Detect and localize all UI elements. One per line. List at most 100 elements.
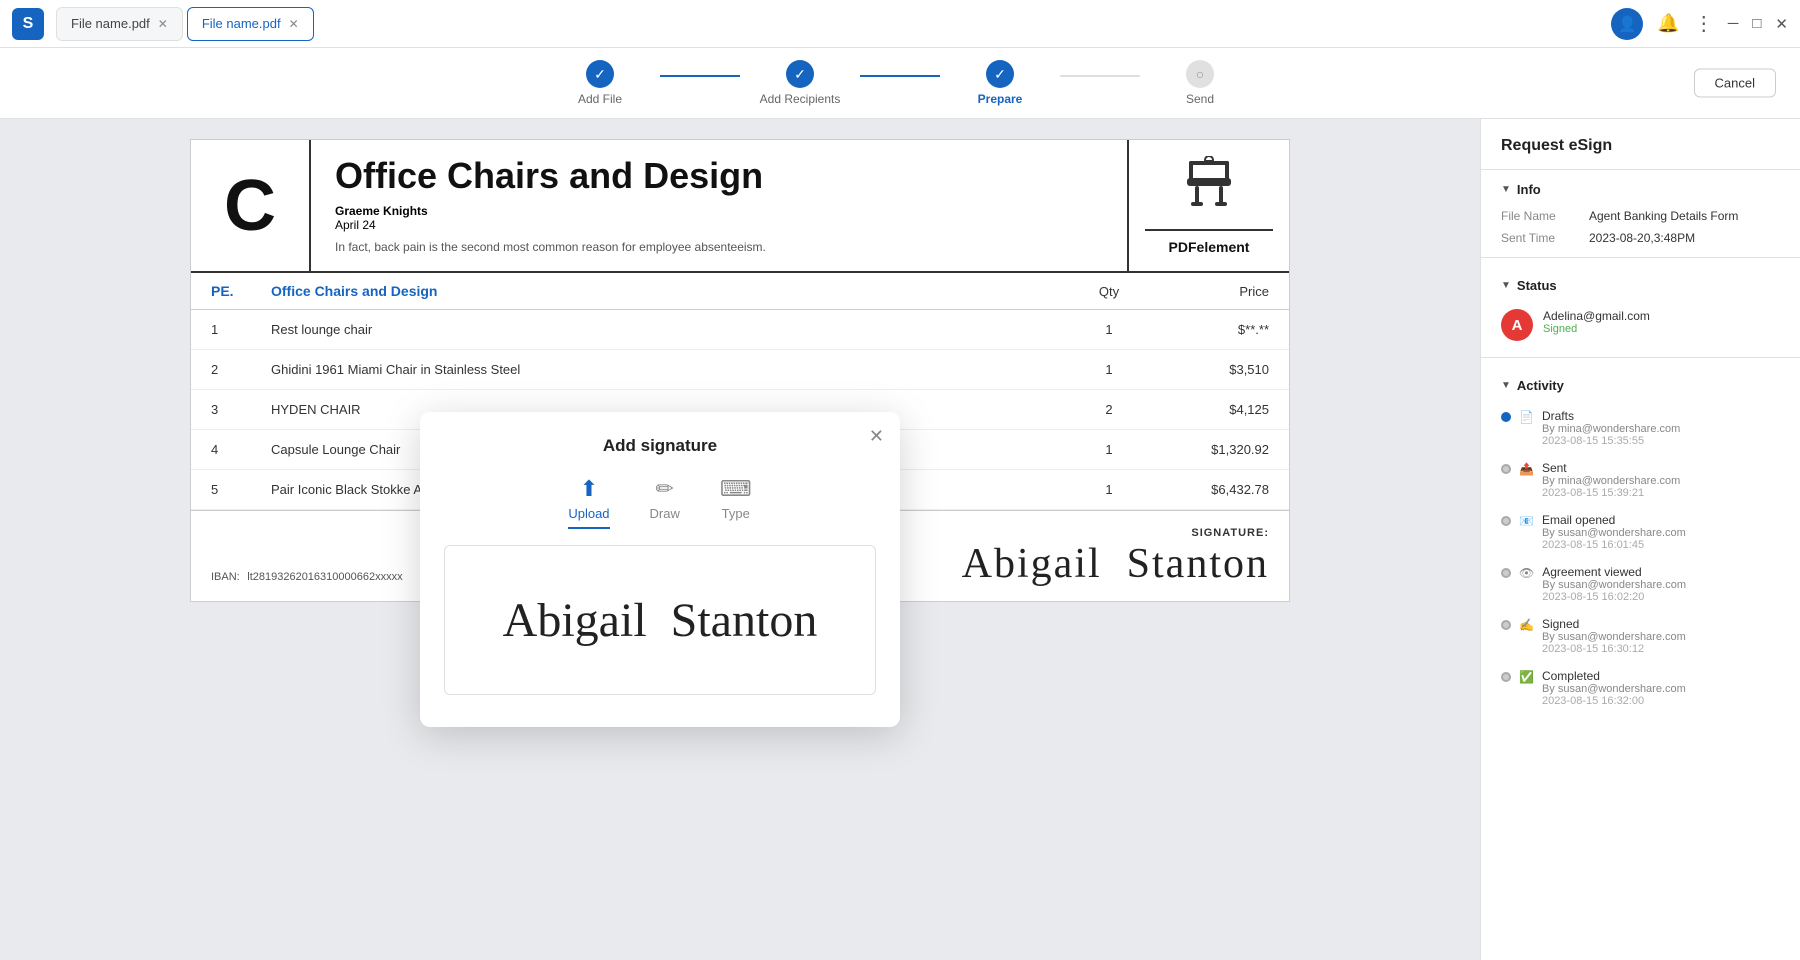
tab-1[interactable]: File name.pdf ✕ [56,7,183,41]
user-avatar[interactable]: 👤 [1611,8,1643,40]
table-col-price-header: Price [1149,284,1269,299]
activity-name-signed: Signed [1542,617,1780,631]
activity-item-drafts: 📄 Drafts By mina@wondershare.com 2023-08… [1501,409,1780,447]
pdfelement-label: PDFelement [1145,229,1273,255]
wf-step-prepare[interactable]: ✓ Prepare [940,60,1060,106]
activity-time-completed: 2023-08-15 16:32:00 [1542,695,1780,707]
doc-logo-letter: C [224,170,276,242]
modal-tab-upload-label: Upload [568,506,609,521]
maximize-button[interactable]: □ [1752,15,1761,32]
status-badge: Signed [1543,323,1650,335]
wf-line-3 [1060,75,1140,77]
modal-close-button[interactable]: ✕ [869,426,884,447]
cancel-button[interactable]: Cancel [1694,69,1776,98]
doc-author-date: April 24 [335,218,376,232]
tab-1-close[interactable]: ✕ [158,18,168,30]
activity-time-email-opened: 2023-08-15 16:01:45 [1542,539,1780,551]
modal-tabs: ⬆ Upload ✏ Draw ⌨ Type [444,476,876,529]
activity-section-header[interactable]: ▼ Activity [1481,366,1800,401]
status-section: A Adelina@gmail.com Signed [1481,301,1800,349]
doc-header: C Office Chairs and Design Graeme Knight… [191,140,1289,273]
activity-dot-completed [1501,672,1511,682]
modal-tab-draw[interactable]: ✏ Draw [650,476,680,529]
completed-icon: ✅ [1519,670,1534,684]
modal-tab-type[interactable]: ⌨ Type [720,476,752,529]
document-area: C Office Chairs and Design Graeme Knight… [0,119,1480,960]
file-name-label: File Name [1501,209,1581,223]
modal-tab-upload[interactable]: ⬆ Upload [568,476,609,529]
sent-time-row: Sent Time 2023-08-20,3:48PM [1481,227,1800,249]
activity-dot-sent [1501,464,1511,474]
wf-step-add-recipients[interactable]: ✓ Add Recipients [740,60,860,106]
titlebar: S File name.pdf ✕ File name.pdf ✕ 👤 🔔 ⋮ … [0,0,1800,48]
activity-content-signed: Signed By susan@wondershare.com 2023-08-… [1542,617,1780,655]
activity-by-agreement-viewed: By susan@wondershare.com [1542,579,1780,591]
close-button[interactable]: ✕ [1775,15,1788,33]
wf-step-send[interactable]: ○ Send [1140,60,1260,106]
activity-dot-drafts [1501,412,1511,422]
activity-content-email-opened: Email opened By susan@wondershare.com 20… [1542,513,1780,551]
table-col-num-header: PE. [211,283,271,299]
wf-step-add-file-label: Add File [578,92,622,106]
activity-content-agreement-viewed: Agreement viewed By susan@wondershare.co… [1542,565,1780,603]
drafts-icon: 📄 [1519,410,1534,424]
activity-dot-email-opened [1501,516,1511,526]
info-section-header[interactable]: ▼ Info [1481,170,1800,205]
info-section-label: Info [1517,182,1541,197]
status-section-label: Status [1517,278,1557,293]
draw-icon: ✏ [656,476,674,502]
activity-item-sent: 📤 Sent By mina@wondershare.com 2023-08-1… [1501,461,1780,499]
wf-step-add-recipients-label: Add Recipients [760,92,841,106]
divider-1 [1481,257,1800,258]
wf-line-1 [660,75,740,77]
chair-icon [1179,156,1239,221]
activity-by-completed: By susan@wondershare.com [1542,683,1780,695]
activity-by-signed: By susan@wondershare.com [1542,631,1780,643]
tab-2-close[interactable]: ✕ [289,18,299,30]
signed-icon: ✍ [1519,618,1534,632]
agreement-viewed-icon: 👁 [1519,566,1534,580]
iban-section: IBAN: lt28193262016310000662xxxxx [211,567,403,585]
signature-image: Abigail Stanton [962,543,1269,585]
activity-name-email-opened: Email opened [1542,513,1780,527]
add-signature-modal: Add signature ✕ ⬆ Upload ✏ Draw ⌨ Type [420,412,900,727]
iban-value: lt28193262016310000662xxxxx [247,571,402,583]
activity-name-drafts: Drafts [1542,409,1780,423]
iban-label: IBAN: [211,571,243,583]
divider-2 [1481,357,1800,358]
doc-icon-cell: PDFelement [1129,140,1289,271]
activity-item-completed: ✅ Completed By susan@wondershare.com 202… [1501,669,1780,707]
tab-1-label: File name.pdf [71,16,150,31]
modal-tab-type-label: Type [722,506,750,521]
activity-section-label: Activity [1517,378,1564,393]
activity-name-agreement-viewed: Agreement viewed [1542,565,1780,579]
status-section-header[interactable]: ▼ Status [1481,266,1800,301]
signature-label: SIGNATURE: [1191,527,1269,539]
info-chevron-icon: ▼ [1501,184,1511,195]
activity-name-completed: Completed [1542,669,1780,683]
doc-author-name: Graeme Knights [335,204,1103,218]
wf-step-send-icon: ○ [1186,60,1214,88]
activity-time-drafts: 2023-08-15 15:35:55 [1542,435,1780,447]
wf-step-add-file[interactable]: ✓ Add File [540,60,660,106]
doc-title-cell: Office Chairs and Design Graeme Knights … [311,140,1129,271]
more-options-icon[interactable]: ⋮ [1694,11,1714,36]
type-icon: ⌨ [720,476,752,502]
doc-logo-cell: C [191,140,311,271]
minimize-button[interactable]: ─ [1728,15,1739,32]
app-icon: S [12,8,44,40]
doc-description: In fact, back pain is the second most co… [335,240,1103,254]
notification-bell-icon[interactable]: 🔔 [1657,13,1679,34]
workflow-bar: ✓ Add File ✓ Add Recipients ✓ Prepare ○ … [0,48,1800,119]
status-chevron-icon: ▼ [1501,280,1511,291]
wf-step-send-label: Send [1186,92,1214,106]
activity-time-sent: 2023-08-15 15:39:21 [1542,487,1780,499]
tab-2[interactable]: File name.pdf ✕ [187,7,314,41]
activity-dot-agreement-viewed [1501,568,1511,578]
activity-item-email-opened: 📧 Email opened By susan@wondershare.com … [1501,513,1780,551]
status-email: Adelina@gmail.com [1543,309,1650,323]
table-row: 2 Ghidini 1961 Miami Chair in Stainless … [191,350,1289,390]
activity-time-agreement-viewed: 2023-08-15 16:02:20 [1542,591,1780,603]
activity-item-signed: ✍ Signed By susan@wondershare.com 2023-0… [1501,617,1780,655]
wf-step-add-file-icon: ✓ [586,60,614,88]
